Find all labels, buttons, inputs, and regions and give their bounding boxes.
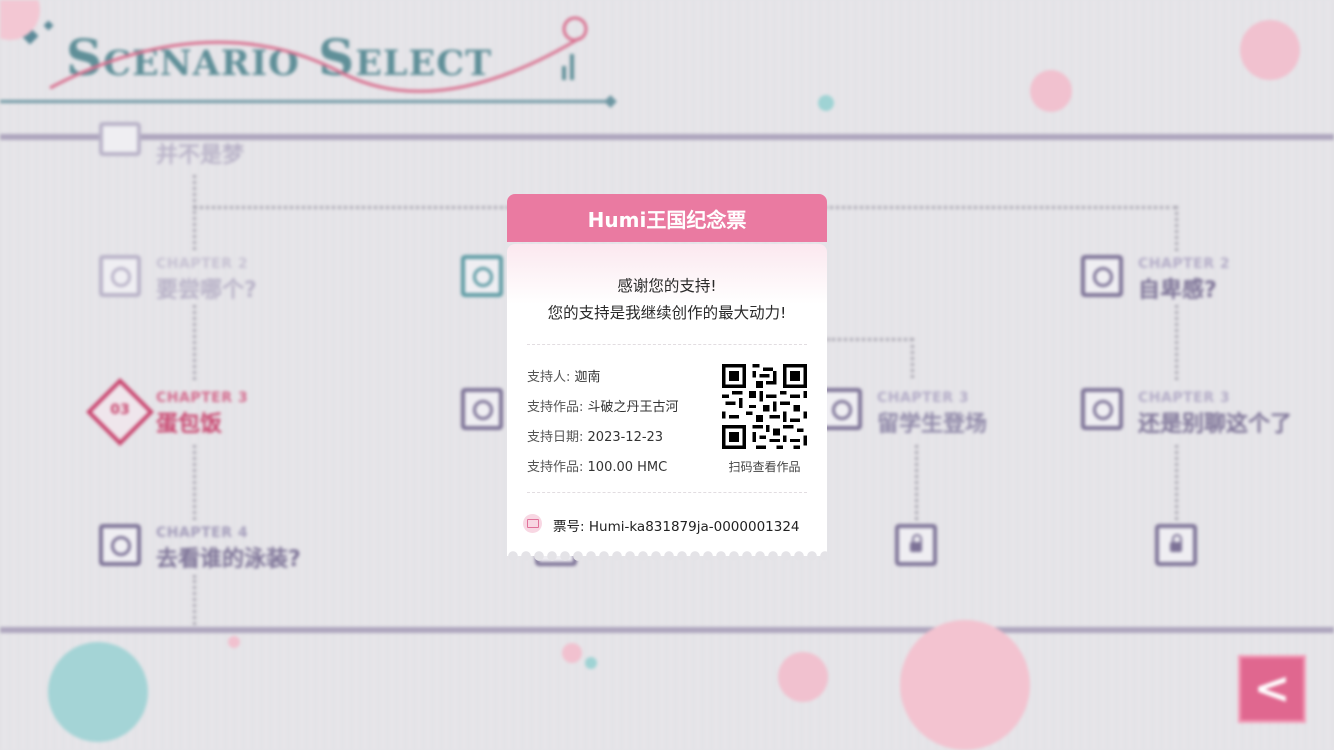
chapter-title: 留学生登场 [877,412,988,437]
chapter-label: CHAPTER 3 [1138,390,1231,406]
commemorative-ticket-card: 感谢您的支持! 您的支持是我继续创作的最大动力! 支持人: 迦南 支持作品: 斗… [507,244,827,562]
work-label: 支持作品: [527,400,584,415]
chapter-node-icon[interactable] [461,388,503,430]
path-connector [193,445,196,520]
chapter-title: 去看谁的泳装? [156,547,301,572]
amount-label: 支持作品: [527,460,584,475]
path-connector [1175,206,1178,251]
ticket-title: Humi王国纪念票 [587,207,747,232]
footer-divider [0,627,1334,633]
path-connector [193,305,196,380]
work-row: 支持作品: 斗破之丹王古河 [527,396,679,415]
decor-dot [585,657,597,669]
chevron-left-icon: < [1253,663,1291,714]
date-label: 支持日期: [527,430,584,445]
title-underline-diamond-icon [604,95,617,108]
amount-value: 100.00 HMC [587,460,668,475]
supporter-label: 支持人: [527,370,571,385]
chapter-title: 并不是梦 [156,143,245,168]
date-row: 支持日期: 2023-12-23 [527,426,663,445]
supporter-value: 迦南 [574,370,601,385]
decor-flower [1240,20,1300,80]
path-connector [827,338,913,341]
locked-chapter-lock-icon[interactable] [1155,524,1197,566]
title-underline [0,100,612,103]
thanks-line-1: 感谢您的支持! [617,277,717,295]
ticket-number-row: 票号: Humi-ka831879ja-0000001324 [553,515,800,535]
chapter-label: CHAPTER 3 [877,390,970,406]
chapter-node-icon[interactable] [461,255,503,297]
ticket-icon [523,514,542,533]
qr-code-icon[interactable] [722,364,807,449]
decor-flower [900,620,1030,750]
chapter-node-icon[interactable] [99,122,141,156]
path-connector [1175,445,1178,520]
back-button[interactable]: < [1238,655,1306,723]
path-connector [193,575,196,625]
chapter-node-icon[interactable] [99,524,141,566]
path-connector [911,338,914,378]
date-value: 2023-12-23 [587,430,664,445]
bar-chart-icon [562,50,578,80]
decor-dot [818,95,834,111]
amount-row: 支持作品: 100.00 HMC [527,456,667,475]
chapter-label: CHAPTER 4 [156,525,249,541]
supporter-row: 支持人: 迦南 [527,366,601,385]
qr-caption: 扫码查看作品 [728,460,801,474]
chapter-label: CHAPTER 2 [1138,256,1231,272]
chapter-node-icon[interactable] [1081,255,1123,297]
path-connector [915,445,918,520]
divider [527,492,807,493]
chapter-title: 还是别聊这个了 [1138,412,1293,437]
title-swoosh-decoration [49,16,588,93]
ticket-number-value: Humi-ka831879ja-0000001324 [588,519,800,535]
path-connector [193,175,196,250]
chapter-node-icon[interactable] [99,255,141,297]
chapter-number: 03 [110,402,130,418]
decor-flower [48,642,148,742]
chapter-title: 蛋包饭 [156,412,223,437]
decor-flower [1030,70,1072,112]
divider [527,344,807,345]
chapter-label: CHAPTER 3 [156,390,249,406]
chapter-title: 要尝哪个? [156,278,257,303]
path-connector [1175,305,1178,380]
chapter-label: CHAPTER 2 [156,256,249,272]
work-value: 斗破之丹王古河 [587,400,679,415]
ticket-title-bar: Humi王国纪念票 [507,194,827,242]
chapter-node-icon[interactable] [1081,388,1123,430]
decor-dot [228,636,240,648]
decor-dot [562,643,582,663]
chapter-title: 自卑感? [1138,278,1217,303]
decor-flower [778,652,828,702]
thanks-line-2: 您的支持是我继续创作的最大动力! [547,304,787,322]
ticket-number-label: 票号: [553,519,585,535]
locked-chapter-lock-icon[interactable] [895,524,937,566]
ticket-perforated-edge [507,550,827,562]
